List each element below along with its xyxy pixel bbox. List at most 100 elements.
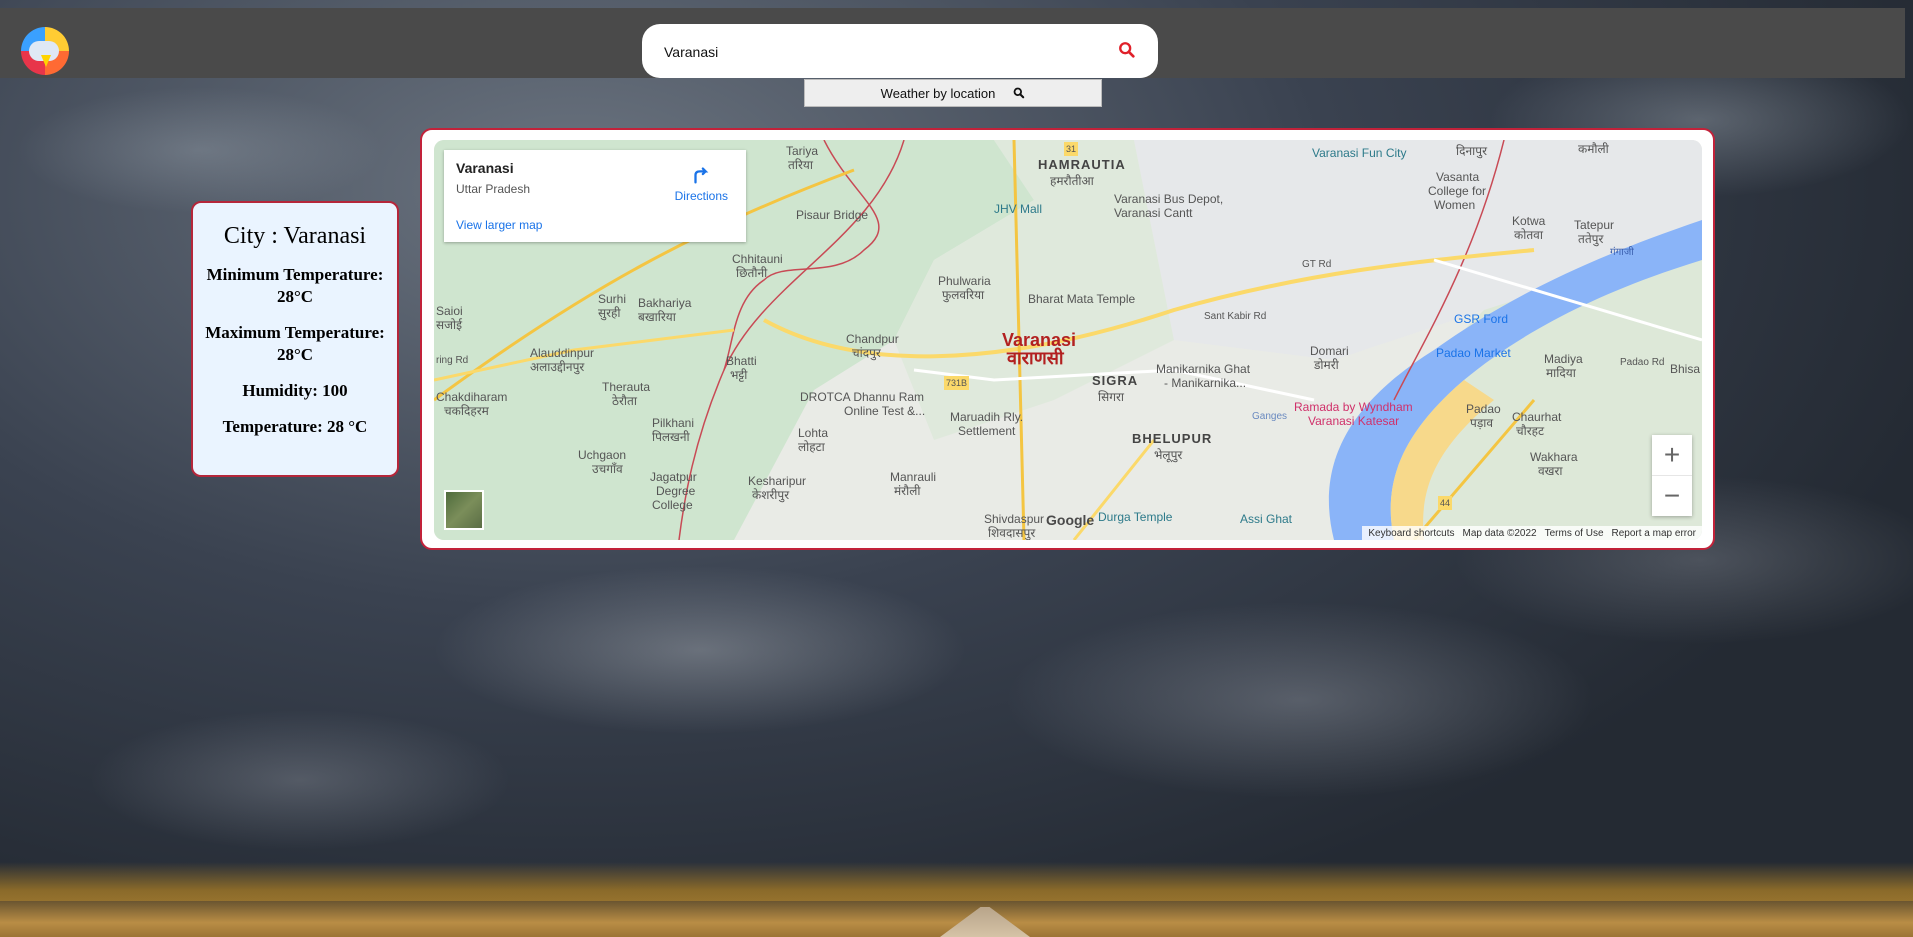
map-label-ganga-hi: गंगाजी: [1610, 247, 1634, 258]
keyboard-shortcuts-link[interactable]: Keyboard shortcuts: [1368, 528, 1454, 539]
map-label-pilkhani: Pilkhani: [652, 416, 695, 430]
map-label-wakhara-hi: वखरा: [1538, 464, 1563, 478]
map-label-alauddinpur-hi: अलाउद्दीनपुर: [530, 360, 585, 374]
location-button-label: Weather by location: [880, 85, 996, 101]
map-label-bus-depot: Varanasi Bus Depot,: [1114, 192, 1224, 206]
map-label-maruadih-2: Settlement: [958, 424, 1016, 438]
map-label-sigra: SIGRA: [1092, 373, 1139, 388]
map-label-chakdiharam-hi: चकदिहरम: [444, 404, 489, 418]
map-label-therauta-hi: ठेरौता: [612, 394, 637, 408]
top-navbar: [0, 8, 1905, 78]
map-label-chakdiharam: Chakdiharam: [436, 390, 508, 404]
map-label-saioi: Saioi: [436, 304, 463, 318]
map-label-route-731b: 731B: [944, 376, 970, 390]
map-label-sant-kabir: Sant Kabir Rd: [1204, 311, 1267, 322]
weather-logo-icon[interactable]: [21, 27, 69, 75]
map-label-hamrautia-hi: हमरौतीआ: [1050, 174, 1094, 188]
map-label-bharat-mata: Bharat Mata Temple: [1028, 292, 1136, 306]
map-label-padao-hi: पड़ाव: [1470, 416, 1494, 430]
map-label-kotwa: Kotwa: [1512, 214, 1546, 228]
map-container: Varanasi Uttar Pradesh View larger map D…: [420, 128, 1715, 550]
google-map[interactable]: Varanasi Uttar Pradesh View larger map D…: [434, 140, 1702, 540]
place-region: Uttar Pradesh: [456, 182, 531, 196]
map-label-pilkhani-hi: पिलखनी: [652, 430, 690, 444]
map-label-madiya-hi: मादिया: [1546, 366, 1576, 380]
satellite-toggle[interactable]: [444, 490, 484, 530]
map-label-jhv-mall: JHV Mall: [994, 202, 1043, 216]
weather-by-location-button[interactable]: Weather by location: [804, 79, 1102, 107]
map-label-sigra-hi: सिगरा: [1098, 390, 1124, 404]
map-label-gt-rd: GT Rd: [1302, 259, 1332, 270]
map-label-bhatti: Bhatti: [726, 354, 757, 368]
zoom-out-button[interactable]: −: [1652, 475, 1692, 516]
humidity: Humidity: 100: [242, 381, 348, 400]
map-label-manrauli-hi: मंरौली: [894, 484, 921, 498]
map-label-jagatpur: Jagatpur: [650, 470, 697, 484]
terms-link[interactable]: Terms of Use: [1545, 528, 1604, 539]
map-label-ring-rd: ring Rd: [436, 355, 469, 366]
map-label-manikarnika: Manikarnika Ghat: [1156, 362, 1251, 376]
map-label-jagatpur-2: Degree: [656, 484, 696, 498]
map-label-surhi: Surhi: [598, 292, 627, 306]
map-label-route-44: 44: [1438, 496, 1453, 510]
map-label-alauddinpur: Alauddinpur: [530, 346, 595, 360]
map-label-domari: Domari: [1310, 344, 1349, 358]
map-label-chandpur: Chandpur: [846, 332, 899, 346]
map-label-tariya-hi: तरिया: [788, 158, 813, 172]
map-label-therauta: Therauta: [602, 380, 651, 394]
map-label-padao-rd: Padao Rd: [1620, 357, 1665, 368]
location-search-icon: [1013, 87, 1025, 99]
search-input[interactable]: [662, 38, 1106, 66]
place-info-card: Varanasi Uttar Pradesh View larger map D…: [444, 150, 746, 242]
map-label-bakhariya-hi: बखारिया: [638, 310, 676, 324]
map-label-kamauli: कमौली: [1578, 142, 1609, 156]
map-label-uchgaon-hi: उचगाँव: [592, 462, 623, 476]
directions-button[interactable]: Directions: [675, 164, 728, 203]
map-footer: Keyboard shortcuts Map data ©2022 Terms …: [1362, 526, 1702, 540]
map-label-kotwa-hi: कोतवा: [1514, 228, 1543, 242]
place-name: Varanasi: [456, 160, 514, 176]
map-label-shivdaspur-hi: शिवदासपुर: [988, 526, 1036, 540]
map-label-vasanta: Vasanta: [1436, 170, 1480, 184]
map-label-bhatti-hi: भट्टी: [730, 368, 748, 382]
map-label-fun-city: Varanasi Fun City: [1312, 146, 1407, 160]
map-label-madiya: Madiya: [1544, 352, 1583, 366]
map-label-ganges: Ganges: [1252, 411, 1288, 422]
map-label-assi: Assi Ghat: [1240, 512, 1293, 526]
map-label-dhannu: DROTCA Dhannu Ram: [800, 390, 925, 404]
map-label-vasanta-2: College for: [1428, 184, 1487, 198]
directions-label: Directions: [674, 189, 728, 203]
report-error-link[interactable]: Report a map error: [1612, 528, 1696, 539]
map-label-bhelupur-hi: भेलूपुर: [1154, 448, 1183, 462]
map-label-uchgaon: Uchgaon: [578, 448, 627, 462]
map-label-keshripur-hi: केशरीपुर: [752, 488, 790, 502]
map-label-maruadih: Maruadih Rly.: [950, 410, 1024, 424]
map-label-chandpur-hi: चांदपुर: [852, 346, 881, 360]
view-larger-map-link[interactable]: View larger map: [456, 218, 542, 232]
map-label-durga: Durga Temple: [1098, 510, 1173, 524]
search-box: [642, 24, 1158, 78]
map-label-bhisa: Bhisa: [1670, 362, 1701, 376]
map-label-manikarnika-2: - Manikarnika...: [1164, 376, 1247, 390]
map-label-padao: Padao: [1466, 402, 1501, 416]
search-icon[interactable]: [1118, 41, 1136, 59]
zoom-controls: + −: [1652, 435, 1692, 516]
map-label-shivdaspur: Shivdaspur: [984, 512, 1045, 526]
map-label-domari-hi: डोमरी: [1314, 358, 1339, 372]
zoom-in-button[interactable]: +: [1652, 435, 1692, 475]
map-label-varanasi-hi: वाराणसी: [1007, 348, 1064, 368]
map-label-wakhara: Wakhara: [1530, 450, 1578, 464]
map-label-bakhariya: Bakhariya: [638, 296, 692, 310]
map-label-jagatpur-3: College: [652, 498, 693, 512]
map-label-tatepur-hi: ततेपुर: [1578, 232, 1604, 246]
city-heading: City : Varanasi: [223, 223, 367, 249]
map-label-phulwaria-hi: फुलवरिया: [942, 288, 985, 302]
map-label-ramada: Ramada by Wyndham: [1294, 400, 1413, 414]
map-label-padao-market: Padao Market: [1436, 346, 1511, 360]
map-label-pisaur: Pisaur Bridge: [796, 208, 869, 222]
map-label-lohta-hi: लोहटा: [798, 440, 825, 454]
directions-icon: [694, 167, 709, 184]
map-label-keshripur: Kesharipur: [748, 474, 807, 488]
map-label-chhitauni-hi: छितौनी: [736, 266, 768, 280]
map-label-surhi-hi: सुरही: [598, 306, 621, 320]
